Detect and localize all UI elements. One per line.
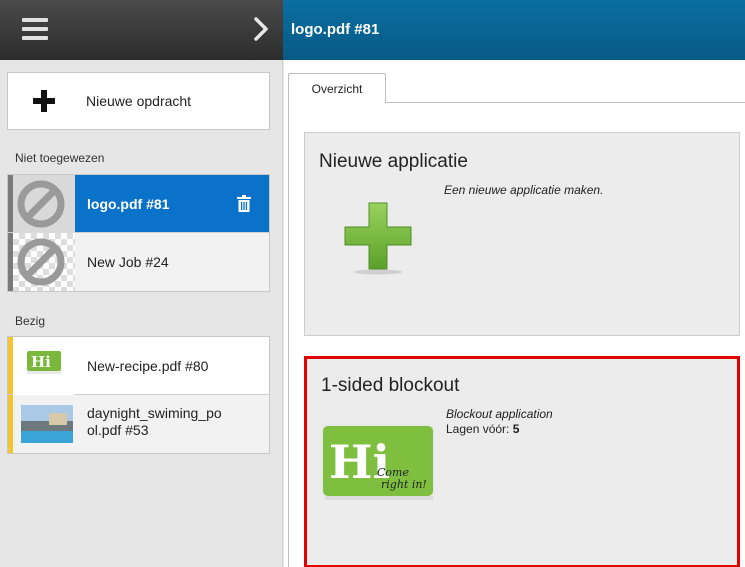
section-label-unassigned: Niet toegewezen xyxy=(15,151,105,165)
layers-value: 5 xyxy=(512,422,520,436)
job-name: daynight_swiming_po ol.pdf #53 xyxy=(87,405,222,439)
no-preview-icon xyxy=(13,175,75,233)
hi-logo-thumbnail: Hi xyxy=(13,337,75,395)
blockout-application-card[interactable]: 1-sided blockout Blockout application La… xyxy=(304,356,740,567)
no-preview-icon xyxy=(13,233,75,291)
new-job-label: Nieuwe opdracht xyxy=(86,93,192,109)
pool-photo-thumbnail xyxy=(13,395,75,453)
trash-icon[interactable] xyxy=(237,195,251,212)
job-name: New-recipe.pdf #80 xyxy=(87,357,209,374)
card-title: Nieuwe applicatie xyxy=(319,151,468,172)
new-application-card[interactable]: Nieuwe applicatie Een nieuwe applicatie … xyxy=(304,132,740,336)
job-item[interactable]: daynight_swiming_po ol.pdf #53 xyxy=(8,395,269,453)
unassigned-job-list: logo.pdf #81 New Job #24 xyxy=(7,174,270,292)
svg-text:Hi: Hi xyxy=(31,353,51,371)
plus-icon xyxy=(8,72,78,130)
job-item[interactable]: New Job #24 xyxy=(8,233,269,291)
job-item[interactable]: logo.pdf #81 xyxy=(8,175,269,233)
section-label-busy: Bezig xyxy=(15,314,46,328)
job-name: New Job #24 xyxy=(87,254,169,270)
green-plus-icon xyxy=(343,201,413,275)
job-title: logo.pdf #81 xyxy=(291,21,380,38)
card-description: Een nieuwe applicatie maken. xyxy=(444,183,604,197)
hi-logo-image: Hi Come right in! xyxy=(321,424,437,502)
logo-script-line2: right in! xyxy=(381,478,427,491)
layers-info: Lagen vóór: 5 xyxy=(446,422,519,436)
job-name-line2: ol.pdf #53 xyxy=(87,422,149,438)
job-name-line1: daynight_swiming_po xyxy=(87,405,222,421)
busy-job-list: Hi New-recipe.pdf #80 daynight_swiming_p… xyxy=(7,336,270,454)
new-job-button[interactable]: Nieuwe opdracht xyxy=(7,72,270,130)
top-bar: logo.pdf #81 xyxy=(0,0,745,60)
job-item[interactable]: Hi New-recipe.pdf #80 xyxy=(8,337,269,395)
chevron-right-icon[interactable] xyxy=(250,14,272,44)
hamburger-menu-icon[interactable] xyxy=(22,18,48,40)
card-description: Blockout application xyxy=(446,407,553,421)
overview-panel: Nieuwe applicatie Een nieuwe applicatie … xyxy=(288,102,745,567)
job-name: logo.pdf #81 xyxy=(87,195,170,212)
tab-overview[interactable]: Overzicht xyxy=(288,73,386,103)
layers-label: Lagen vóór: xyxy=(446,422,513,436)
job-sidebar: Nieuwe opdracht Niet toegewezen logo.pdf… xyxy=(0,60,283,567)
card-title: 1-sided blockout xyxy=(321,375,460,396)
job-header: logo.pdf #81 xyxy=(283,0,745,60)
main-panel: Overzicht Nieuwe applicatie Een nieuwe a… xyxy=(284,60,745,567)
sidebar-header xyxy=(0,0,283,60)
